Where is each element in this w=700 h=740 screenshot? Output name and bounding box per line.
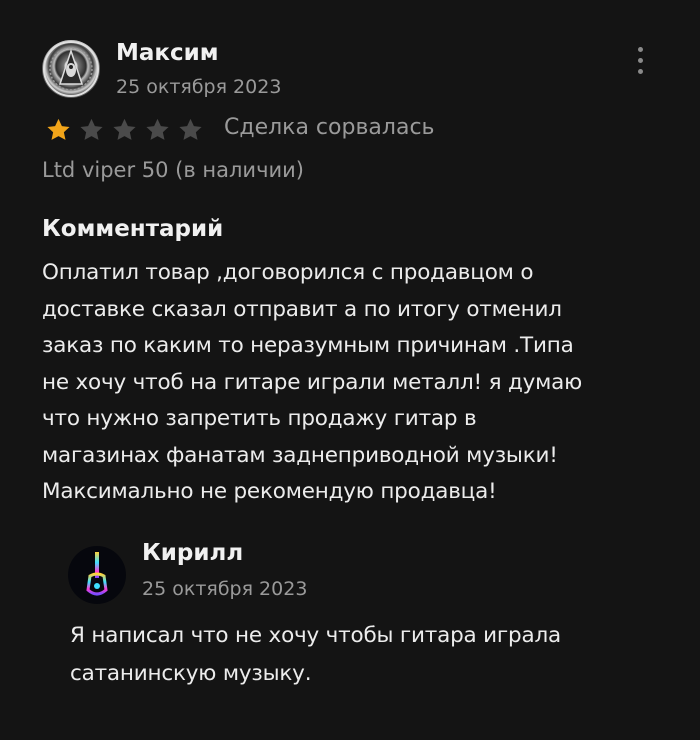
author-avatar[interactable] — [42, 40, 100, 98]
review-date: 25 октября 2023 — [116, 76, 282, 98]
author-name[interactable]: Максим — [116, 40, 219, 66]
star-empty-icon — [146, 118, 169, 140]
star-empty-icon — [179, 118, 202, 140]
comment-text: Оплатил товар ,договорился с продавцом о… — [42, 255, 672, 511]
comment-title: Комментарий — [42, 216, 224, 242]
comment-line: что нужно запретить продажу гитар в — [42, 406, 477, 431]
star-filled-icon — [47, 118, 70, 140]
reply-date: 25 октября 2023 — [142, 578, 308, 600]
rating-row: Сделка сорвалась — [42, 114, 602, 146]
neon-guitar-avatar — [86, 552, 108, 596]
more-options-button[interactable] — [628, 44, 652, 80]
more-vertical-icon — [638, 47, 643, 52]
product-name[interactable]: Ltd viper 50 (в наличии) — [42, 158, 304, 182]
emblem-avatar — [43, 41, 99, 97]
reply-author-name[interactable]: Кирилл — [142, 540, 243, 566]
comment-line: Оплатил товар ,договорился с продавцом о — [42, 260, 534, 285]
reply-avatar[interactable] — [68, 546, 126, 604]
comment-line: магазинах фанатам заднеприводной музыки! — [42, 442, 558, 468]
star-empty-icon — [80, 118, 103, 140]
seller-reply: Кирилл 25 октября 2023 Я написал что не … — [68, 540, 668, 700]
reply-line: Я написал что не хочу чтобы гитара играл… — [70, 623, 561, 648]
star-empty-icon — [113, 118, 136, 140]
comment-line: Максимально не рекомендую продавца! — [42, 479, 497, 504]
comment-line: заказ по каким то неразумным причинам .Т… — [42, 333, 574, 358]
reply-text: Я написал что не хочу чтобы гитара играл… — [70, 617, 670, 693]
star-rating — [42, 116, 207, 144]
deal-status: Сделка сорвалась — [224, 115, 435, 140]
comment-line: доставке сказал отправит а по итогу отме… — [42, 296, 562, 322]
reply-line: сатанинскую музыку. — [70, 661, 312, 686]
review-header: Максим 25 октября 2023 — [42, 40, 662, 104]
comment-line: не хочу чтоб на гитаре играли металл! я … — [42, 369, 583, 395]
